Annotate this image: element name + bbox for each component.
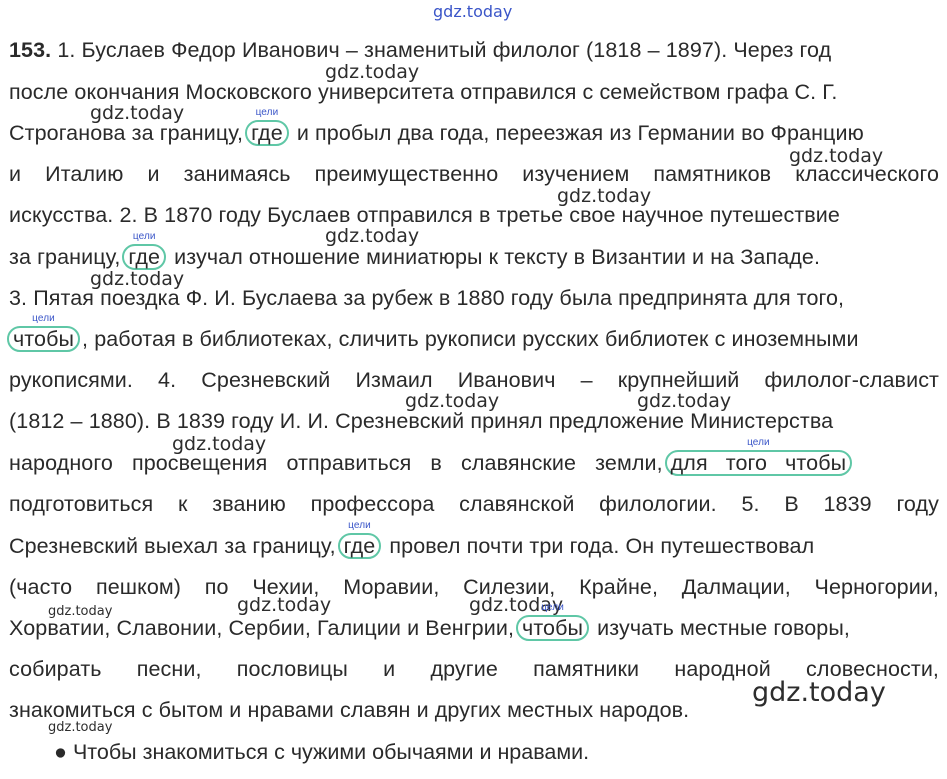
circle-tag: цели bbox=[255, 107, 279, 118]
line-text: изучать местные говоры, bbox=[591, 616, 850, 640]
line-text: (часто пешком) по Чехии, Моравии, Силези… bbox=[9, 575, 939, 599]
watermark: gdz.today bbox=[433, 2, 513, 21]
line-text: 3. Пятая поездка Ф. И. Буслаева за рубеж… bbox=[9, 286, 845, 310]
line-text: (1812 – 1880). В 1839 году И. И. Срезнев… bbox=[9, 409, 834, 433]
text-line: и Италию и занимаясь преимущественно изу… bbox=[9, 161, 939, 187]
text-line: рукописями. 4. Срезневский Измаил Иванов… bbox=[9, 367, 939, 393]
circled-conjunction: цели для того чтобы bbox=[664, 437, 853, 476]
text-line: (часто пешком) по Чехии, Моравии, Силези… bbox=[9, 574, 939, 600]
line-text: и Италию и занимаясь преимущественно изу… bbox=[9, 162, 939, 186]
circled-conjunction: цели где bbox=[245, 107, 289, 146]
text-line: цели чтобы , работая в библиотеках, сличит… bbox=[7, 313, 939, 352]
text-line: Срезневский выехал за границу, цели где пр… bbox=[9, 520, 939, 559]
text-line: знакомиться с бытом и нравами славян и д… bbox=[9, 697, 939, 723]
circle-tag: цели bbox=[132, 231, 156, 242]
circled-word: где bbox=[251, 121, 283, 145]
line-text: народного просвещения отправиться в слав… bbox=[9, 451, 663, 475]
line-text: Строганова за границу, bbox=[9, 121, 244, 145]
circled-word: для того чтобы bbox=[670, 451, 847, 475]
text-line: искусства. 2. В 1870 году Буслаев отправ… bbox=[9, 202, 939, 228]
circled-conjunction: цели где bbox=[122, 231, 167, 270]
circled-word: где bbox=[128, 245, 161, 269]
exercise-number: 153. bbox=[9, 38, 52, 62]
text-line: (1812 – 1880). В 1839 году И. И. Срезнев… bbox=[9, 408, 939, 434]
circled-conjunction: цели чтобы bbox=[7, 313, 81, 352]
circled-conjunction: цели где bbox=[337, 520, 382, 559]
text-line: подготовиться к званию профессора славян… bbox=[9, 491, 939, 517]
circled-word: чтобы bbox=[13, 327, 75, 351]
circle-tag: цели bbox=[32, 313, 55, 324]
circled-word: чтобы bbox=[522, 616, 584, 640]
line-text: за границу, bbox=[9, 245, 121, 269]
text-line: собирать песни, пословицы и другие памят… bbox=[9, 656, 939, 682]
circle-tag: цели bbox=[348, 520, 371, 531]
text-line: после окончания Московского университета… bbox=[9, 79, 939, 105]
text-line: 153. 1. Буслаев Федор Иванович – знамени… bbox=[9, 37, 939, 63]
text-line: Строганова за границу, цели где и пробыл д… bbox=[9, 107, 939, 146]
circle-tag: цели bbox=[541, 602, 564, 613]
line-text: собирать песни, пословицы и другие памят… bbox=[9, 657, 939, 681]
line-text: искусства. 2. В 1870 году Буслаев отправ… bbox=[9, 203, 840, 227]
text-line: народного просвещения отправиться в слав… bbox=[9, 437, 939, 476]
answer-bullet: ● Чтобы знакомиться с чужими обычаями и … bbox=[54, 740, 590, 764]
exercise-page: gdz.today gdz.today gdz.today gdz.today … bbox=[0, 0, 947, 779]
line-text: Срезневский выехал за границу, bbox=[9, 534, 336, 558]
line-text: и пробыл два года, переезжая из Германии… bbox=[290, 121, 864, 145]
text-line: Хорватии, Славонии, Сербии, Галиции и Ве… bbox=[9, 602, 939, 641]
line-text: рукописями. 4. Срезневский Измаил Иванов… bbox=[9, 368, 939, 392]
line-text: после окончания Московского университета… bbox=[9, 80, 838, 104]
line-text: знакомиться с бытом и нравами славян и д… bbox=[9, 698, 690, 722]
line-text: провел почти три года. Он путешествовал bbox=[383, 534, 815, 558]
circle-tag: цели bbox=[747, 437, 770, 448]
line-text: 1. Буслаев Федор Иванович – знаменитый ф… bbox=[51, 38, 832, 62]
line-text: изучал отношение миниатюры к тексту в Ви… bbox=[168, 245, 821, 269]
circled-conjunction: цели чтобы bbox=[516, 602, 590, 641]
line-text: Хорватии, Славонии, Сербии, Галиции и Ве… bbox=[9, 616, 515, 640]
line-text: , работая в библиотеках, сличить рукопис… bbox=[82, 327, 859, 351]
text-line: за границу, цели где изучал отношение мини… bbox=[9, 231, 939, 270]
circled-word: где bbox=[343, 534, 376, 558]
text-line: 3. Пятая поездка Ф. И. Буслаева за рубеж… bbox=[9, 285, 939, 311]
line-text: подготовиться к званию профессора славян… bbox=[9, 492, 939, 516]
